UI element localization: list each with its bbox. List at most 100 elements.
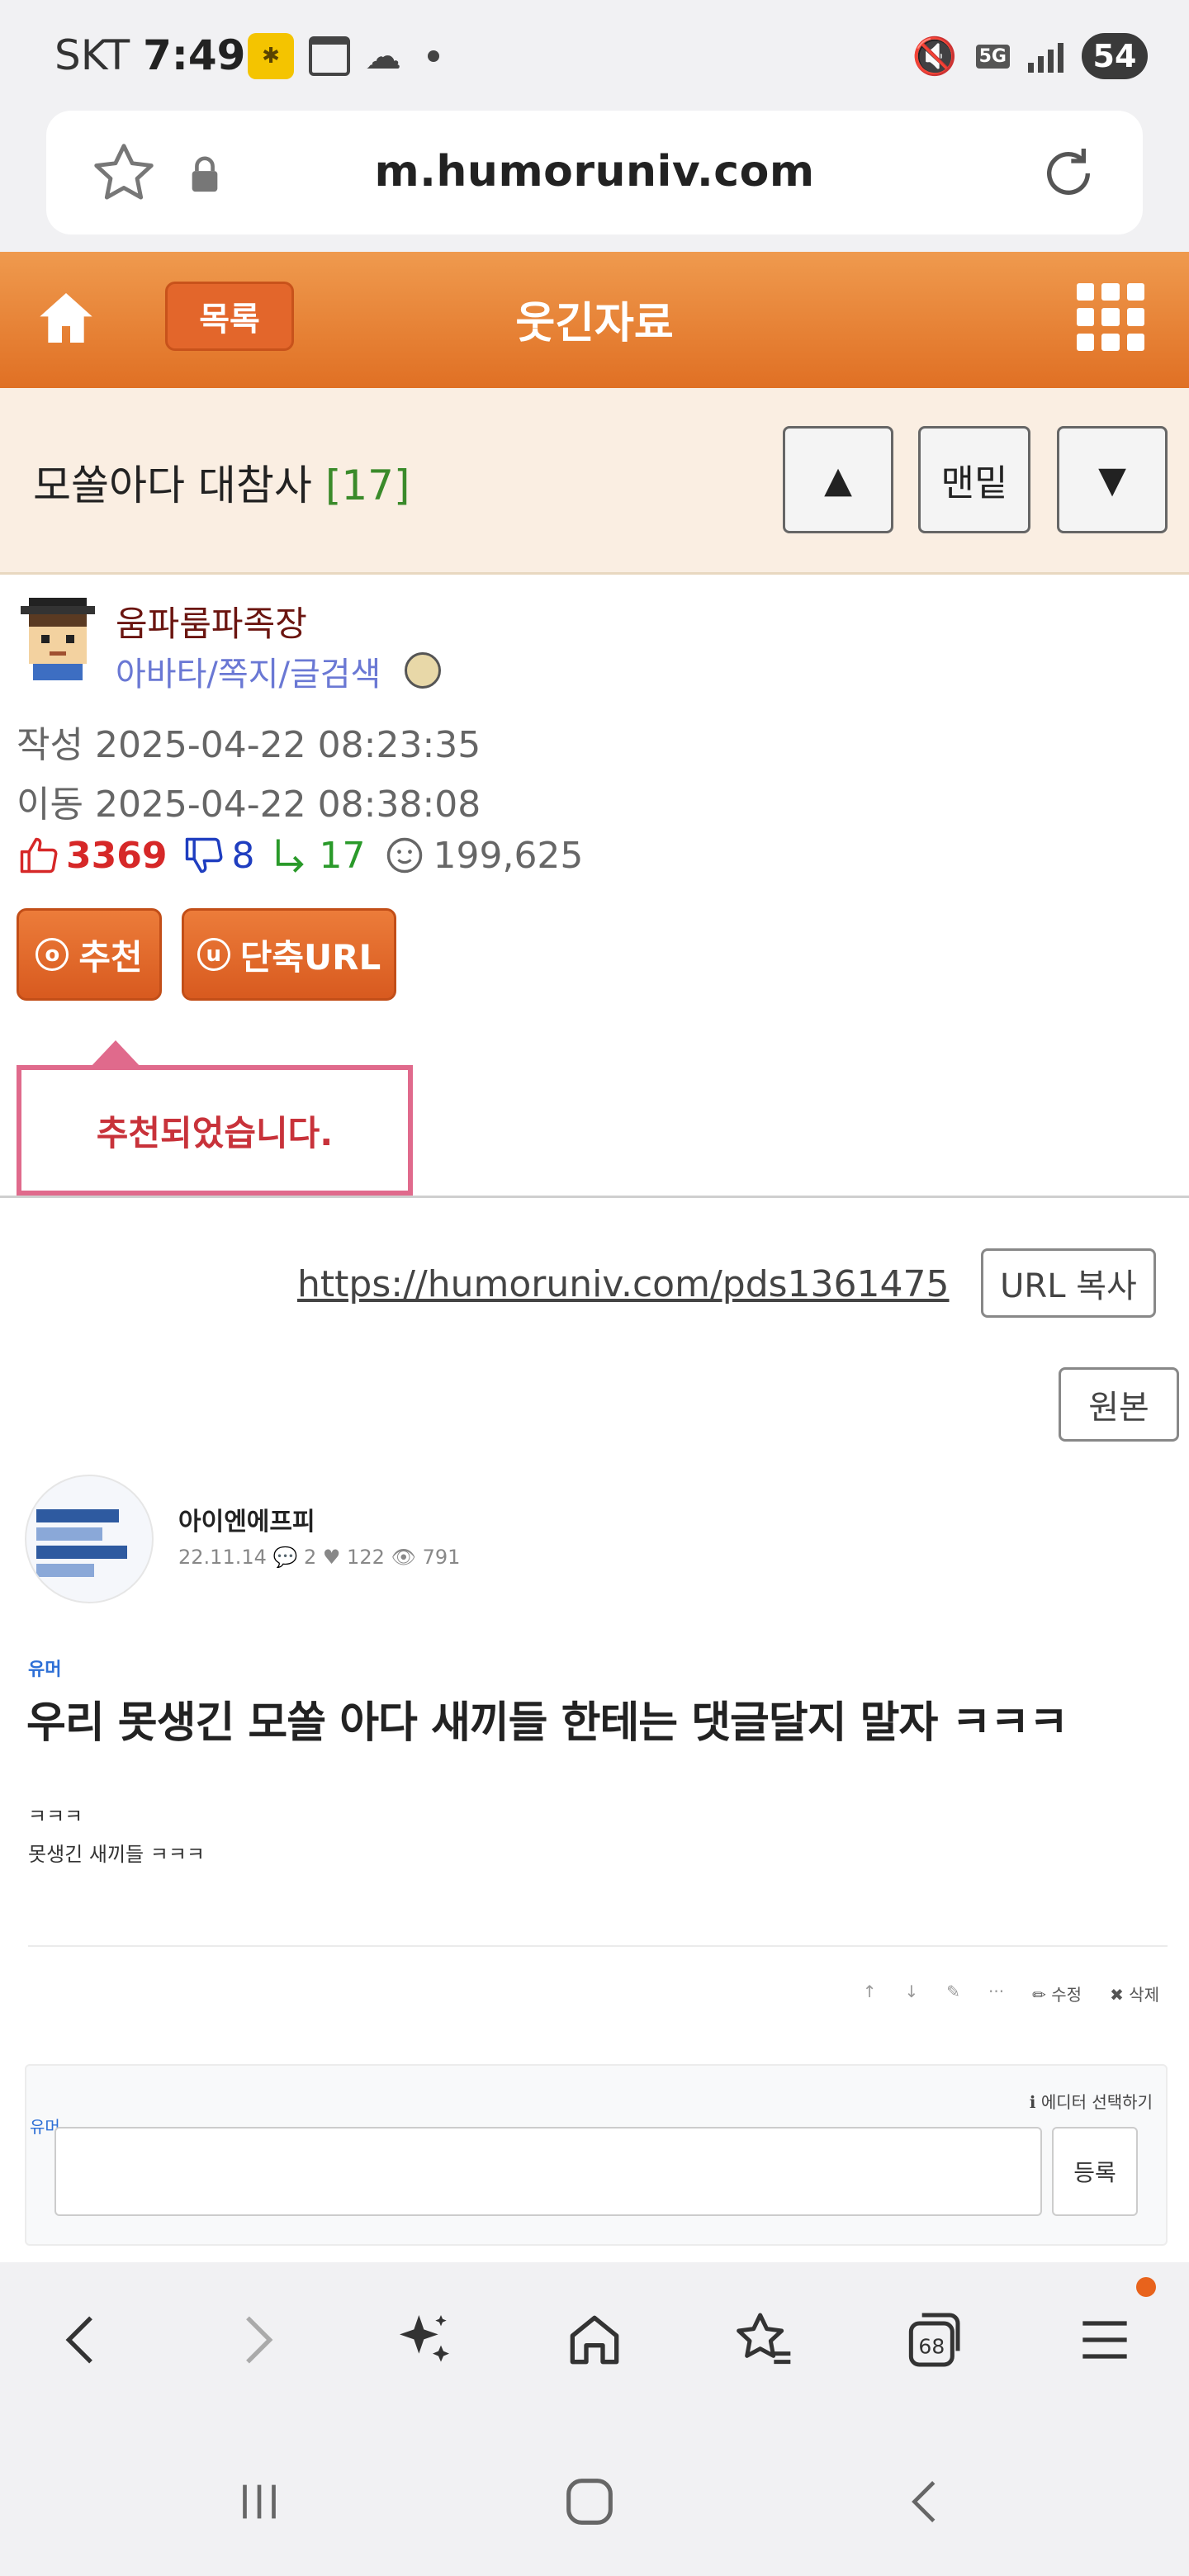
- kb-bank-icon: ✱: [248, 33, 294, 79]
- moved-date: 이동 2025-04-22 08:38:08: [17, 784, 481, 826]
- menu-notification-dot: [1136, 2277, 1156, 2297]
- short-url-u-icon: u: [197, 938, 230, 971]
- browser-toolbar: 68: [0, 2262, 1189, 2411]
- chevron-right-icon: [246, 2316, 273, 2364]
- system-back-button[interactable]: [885, 2460, 968, 2543]
- browser-address-bar: m.humoruniv.com: [0, 107, 1189, 252]
- system-icons: 🔇 5G 54: [912, 33, 1148, 79]
- house-icon: [570, 2315, 619, 2365]
- tabs-button[interactable]: 68: [893, 2300, 973, 2379]
- mute-icon: 🔇: [912, 36, 958, 78]
- attach-icon: ✎: [946, 1982, 961, 2001]
- back-button[interactable]: [43, 2300, 122, 2379]
- down-arrow-icon: ↓: [904, 1982, 919, 2001]
- smiley-views-icon: [387, 837, 423, 874]
- next-post-button[interactable]: ▼: [1057, 426, 1168, 533]
- up-arrow-icon: ↑: [862, 1982, 877, 2001]
- menu-button[interactable]: [1065, 2300, 1144, 2379]
- embedded-body-line: ㅋㅋㅋ: [28, 1805, 83, 1828]
- embedded-submit-button: 등록: [1052, 2127, 1138, 2216]
- star-list-icon: [737, 2313, 791, 2365]
- thumbs-down-icon: [186, 837, 223, 874]
- embedded-editor-pick: ℹ 에디터 선택하기: [1029, 2092, 1153, 2112]
- recommend-count: 3369: [66, 834, 168, 877]
- recommend-button[interactable]: o 추천: [17, 908, 162, 1001]
- recommend-toast: 추천되었습니다.: [17, 1065, 413, 1196]
- delete-label: ✖ 삭제: [1110, 1985, 1159, 2005]
- url-field[interactable]: m.humoruniv.com: [46, 111, 1143, 234]
- short-url-link[interactable]: https://humoruniv.com/pds1361475: [297, 1263, 950, 1305]
- chevron-left-icon: [65, 2316, 92, 2364]
- url-text[interactable]: m.humoruniv.com: [46, 147, 1143, 197]
- more-icon: ···: [988, 1982, 1005, 2001]
- status-bar: SKT 7:49 ✱ ☁ 🔇 5G 54: [0, 0, 1189, 107]
- system-nav-bar: [0, 2411, 1189, 2576]
- short-url-label: 단축URL: [239, 936, 381, 978]
- scroll-bottom-button[interactable]: 맨밑: [918, 426, 1030, 533]
- post-title-text: 모쏠아다 대참사: [33, 462, 312, 509]
- sparkle-icon: [400, 2315, 449, 2362]
- original-image-button[interactable]: 원본: [1059, 1367, 1179, 1442]
- back-chevron-icon: [912, 2481, 936, 2522]
- embedded-comment-textarea: [54, 2127, 1042, 2216]
- bookmarks-button[interactable]: [723, 2300, 803, 2379]
- site-header: 목록 웃긴자료: [0, 252, 1189, 388]
- browser-home-button[interactable]: [555, 2300, 634, 2379]
- signal-strength-icon: [1028, 40, 1063, 73]
- triangle-down-icon: ▼: [1098, 458, 1126, 501]
- carrier-label: SKT: [54, 31, 130, 79]
- oppose-count: 8: [231, 834, 255, 877]
- view-count: 199,625: [433, 834, 584, 877]
- post-title: 모쏠아다 대참사 [17]: [33, 452, 410, 512]
- svg-text:68: 68: [918, 2335, 945, 2359]
- tabs-icon: 68: [908, 2313, 960, 2367]
- system-home-button[interactable]: [548, 2460, 631, 2543]
- recommend-o-icon: o: [36, 938, 69, 971]
- embedded-separator: [28, 1945, 1168, 1947]
- network-type-icon: 5G: [975, 44, 1010, 69]
- edit-label: ✏ 수정: [1032, 1985, 1082, 2005]
- content-divider: [0, 1196, 1189, 1198]
- embedded-meta: 22.11.14 💬 2 ♥ 122 👁 791: [178, 1546, 461, 1569]
- level-badge-icon: [405, 652, 441, 689]
- thumbs-up-icon: [20, 837, 58, 874]
- notification-icons: ✱ ☁: [248, 33, 439, 79]
- recommend-label: 추천: [78, 936, 143, 978]
- triangle-up-icon: ▲: [824, 458, 852, 501]
- reload-icon[interactable]: [1035, 140, 1101, 206]
- more-notifications-dot-icon: [428, 50, 439, 62]
- post-title-row: 모쏠아다 대참사 [17] ▲ 맨밑 ▼: [0, 388, 1189, 575]
- calendar-icon: [309, 36, 350, 76]
- author-links[interactable]: 아바타/쪽지/글검색: [116, 647, 381, 695]
- recent-apps-icon: [243, 2484, 276, 2519]
- short-url-button[interactable]: u 단축URL: [182, 908, 396, 1001]
- prev-post-button[interactable]: ▲: [783, 426, 893, 533]
- embedded-category: 유머: [28, 1660, 62, 1680]
- author-name[interactable]: 움파룸파족장: [116, 596, 307, 646]
- toast-arrow-icon: [89, 1040, 142, 1068]
- status-carrier-time: SKT 7:49: [54, 31, 245, 79]
- post-stats: 3369 8 17 199,625: [17, 834, 583, 877]
- copy-url-button[interactable]: URL 복사: [981, 1248, 1156, 1318]
- clock: 7:49: [143, 31, 246, 79]
- battery-icon: 54: [1082, 33, 1148, 79]
- written-date: 작성 2025-04-22 08:23:35: [17, 724, 481, 766]
- home-square-icon: [566, 2479, 613, 2525]
- menu-grid-icon[interactable]: [1077, 283, 1144, 351]
- comment-count: [17]: [324, 462, 410, 509]
- embedded-author: 아이엔에프피: [178, 1508, 315, 1537]
- reply-arrow-icon: [277, 839, 305, 873]
- forward-button[interactable]: [216, 2300, 296, 2379]
- ai-assist-button[interactable]: [385, 2300, 464, 2379]
- hamburger-icon: [1082, 2321, 1127, 2359]
- embedded-profile-thumbnail: [25, 1475, 154, 1603]
- recent-apps-button[interactable]: [218, 2460, 301, 2543]
- author-avatar[interactable]: [17, 598, 99, 680]
- embedded-body-line: 못생긴 새끼들 ㅋㅋㅋ: [28, 1843, 205, 1866]
- reply-count: 17: [319, 834, 366, 877]
- home-icon[interactable]: [33, 285, 99, 351]
- list-button[interactable]: 목록: [165, 282, 294, 351]
- embedded-toolbar: ↑ ↓ ✎ ··· ✏ 수정 ✖ 삭제: [863, 1982, 1159, 2005]
- embedded-title: 우리 못생긴 모쏠 아다 새끼들 한테는 댓글달지 말자 ㅋㅋㅋ: [26, 1698, 1068, 1748]
- weather-cloud-icon: ☁: [365, 35, 401, 78]
